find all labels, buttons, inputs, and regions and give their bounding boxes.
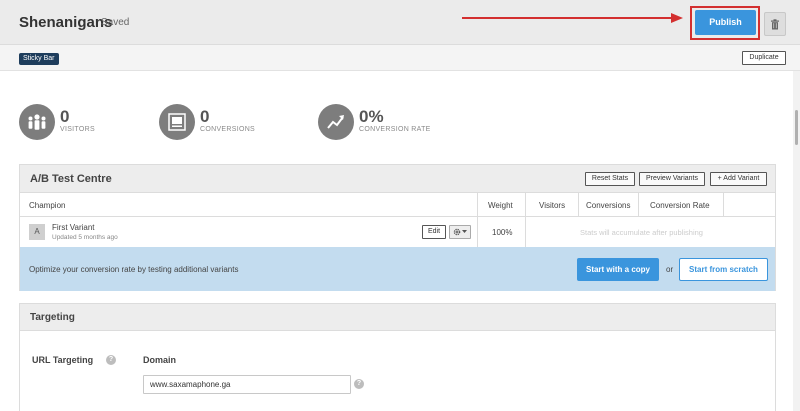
help-icon[interactable]: ? xyxy=(354,379,364,389)
domain-input[interactable] xyxy=(143,375,351,394)
column-divider xyxy=(638,193,639,217)
variant-updated: Updated 5 months ago xyxy=(52,234,118,241)
column-divider xyxy=(578,193,579,217)
type-badge: Sticky Bar xyxy=(19,53,59,65)
stat-visitors: 0 VISITORS xyxy=(19,104,149,142)
column-conversion-rate: Conversion Rate xyxy=(650,201,710,210)
publish-button[interactable]: Publish xyxy=(695,10,756,35)
trend-icon xyxy=(327,115,344,129)
conversions-label: CONVERSIONS xyxy=(200,126,256,133)
variant-promo-banner: Optimize your conversion rate by testing… xyxy=(20,247,775,291)
url-targeting-label: URL Targeting xyxy=(32,355,94,365)
conversions-count: 0 xyxy=(200,107,210,126)
preview-variants-button[interactable]: Preview Variants xyxy=(639,172,705,186)
conversion-rate-value: 0% xyxy=(359,107,384,126)
column-visitors: Visitors xyxy=(539,201,566,210)
scrollbar-thumb[interactable] xyxy=(795,110,798,145)
caret-down-icon xyxy=(462,230,467,233)
or-text: or xyxy=(666,265,674,274)
conversion-rate-label: CONVERSION RATE xyxy=(359,126,431,133)
stat-conversion-rate: 0% CONVERSION RATE xyxy=(318,104,458,142)
visitors-label: VISITORS xyxy=(60,126,95,133)
sub-bar: Sticky Bar Duplicate xyxy=(0,45,800,71)
column-divider xyxy=(477,193,478,247)
delete-button[interactable] xyxy=(764,12,786,36)
domain-label: Domain xyxy=(143,355,177,365)
ab-test-header: A/B Test Centre Reset Stats Preview Vari… xyxy=(20,165,775,193)
column-divider xyxy=(723,193,724,217)
start-from-scratch-button[interactable]: Start from scratch xyxy=(679,258,768,281)
variant-weight: 100% xyxy=(492,228,513,237)
column-champion: Champion xyxy=(29,201,66,210)
save-status: Saved xyxy=(101,17,130,28)
variant-name[interactable]: First Variant xyxy=(52,223,95,232)
column-conversions: Conversions xyxy=(586,201,631,210)
trash-icon xyxy=(771,18,779,29)
annotation-arrow-line xyxy=(462,17,672,19)
help-icon[interactable]: ? xyxy=(106,355,116,365)
conversions-icon xyxy=(168,113,186,131)
promo-text: Optimize your conversion rate by testing… xyxy=(29,265,239,274)
stats-note: Stats will accumulate after publishing xyxy=(580,228,703,237)
annotation-arrow-head xyxy=(671,13,683,23)
variant-badge: A xyxy=(29,224,45,240)
gear-icon xyxy=(453,228,461,236)
add-variant-button[interactable]: + Add Variant xyxy=(710,172,767,186)
targeting-panel: Targeting URL Targeting ? Domain ? xyxy=(19,303,776,411)
top-bar: Shenanigans Saved Publish xyxy=(0,0,800,45)
start-with-copy-button[interactable]: Start with a copy xyxy=(577,258,659,281)
targeting-header: Targeting xyxy=(20,304,775,331)
stat-conversions: 0 CONVERSIONS xyxy=(159,104,289,142)
variant-settings-button[interactable] xyxy=(449,225,471,239)
edit-variant-button[interactable]: Edit xyxy=(422,225,446,239)
visitors-count: 0 xyxy=(60,107,70,126)
targeting-title: Targeting xyxy=(30,312,75,323)
ab-test-title: A/B Test Centre xyxy=(30,173,112,185)
duplicate-button[interactable]: Duplicate xyxy=(742,51,786,65)
column-weight: Weight xyxy=(488,201,513,210)
reset-stats-button[interactable]: Reset Stats xyxy=(585,172,635,186)
column-divider xyxy=(525,193,526,247)
visitors-icon xyxy=(28,114,46,130)
page-title: Shenanigans xyxy=(19,14,113,31)
ab-test-panel: A/B Test Centre Reset Stats Preview Vari… xyxy=(19,164,776,291)
